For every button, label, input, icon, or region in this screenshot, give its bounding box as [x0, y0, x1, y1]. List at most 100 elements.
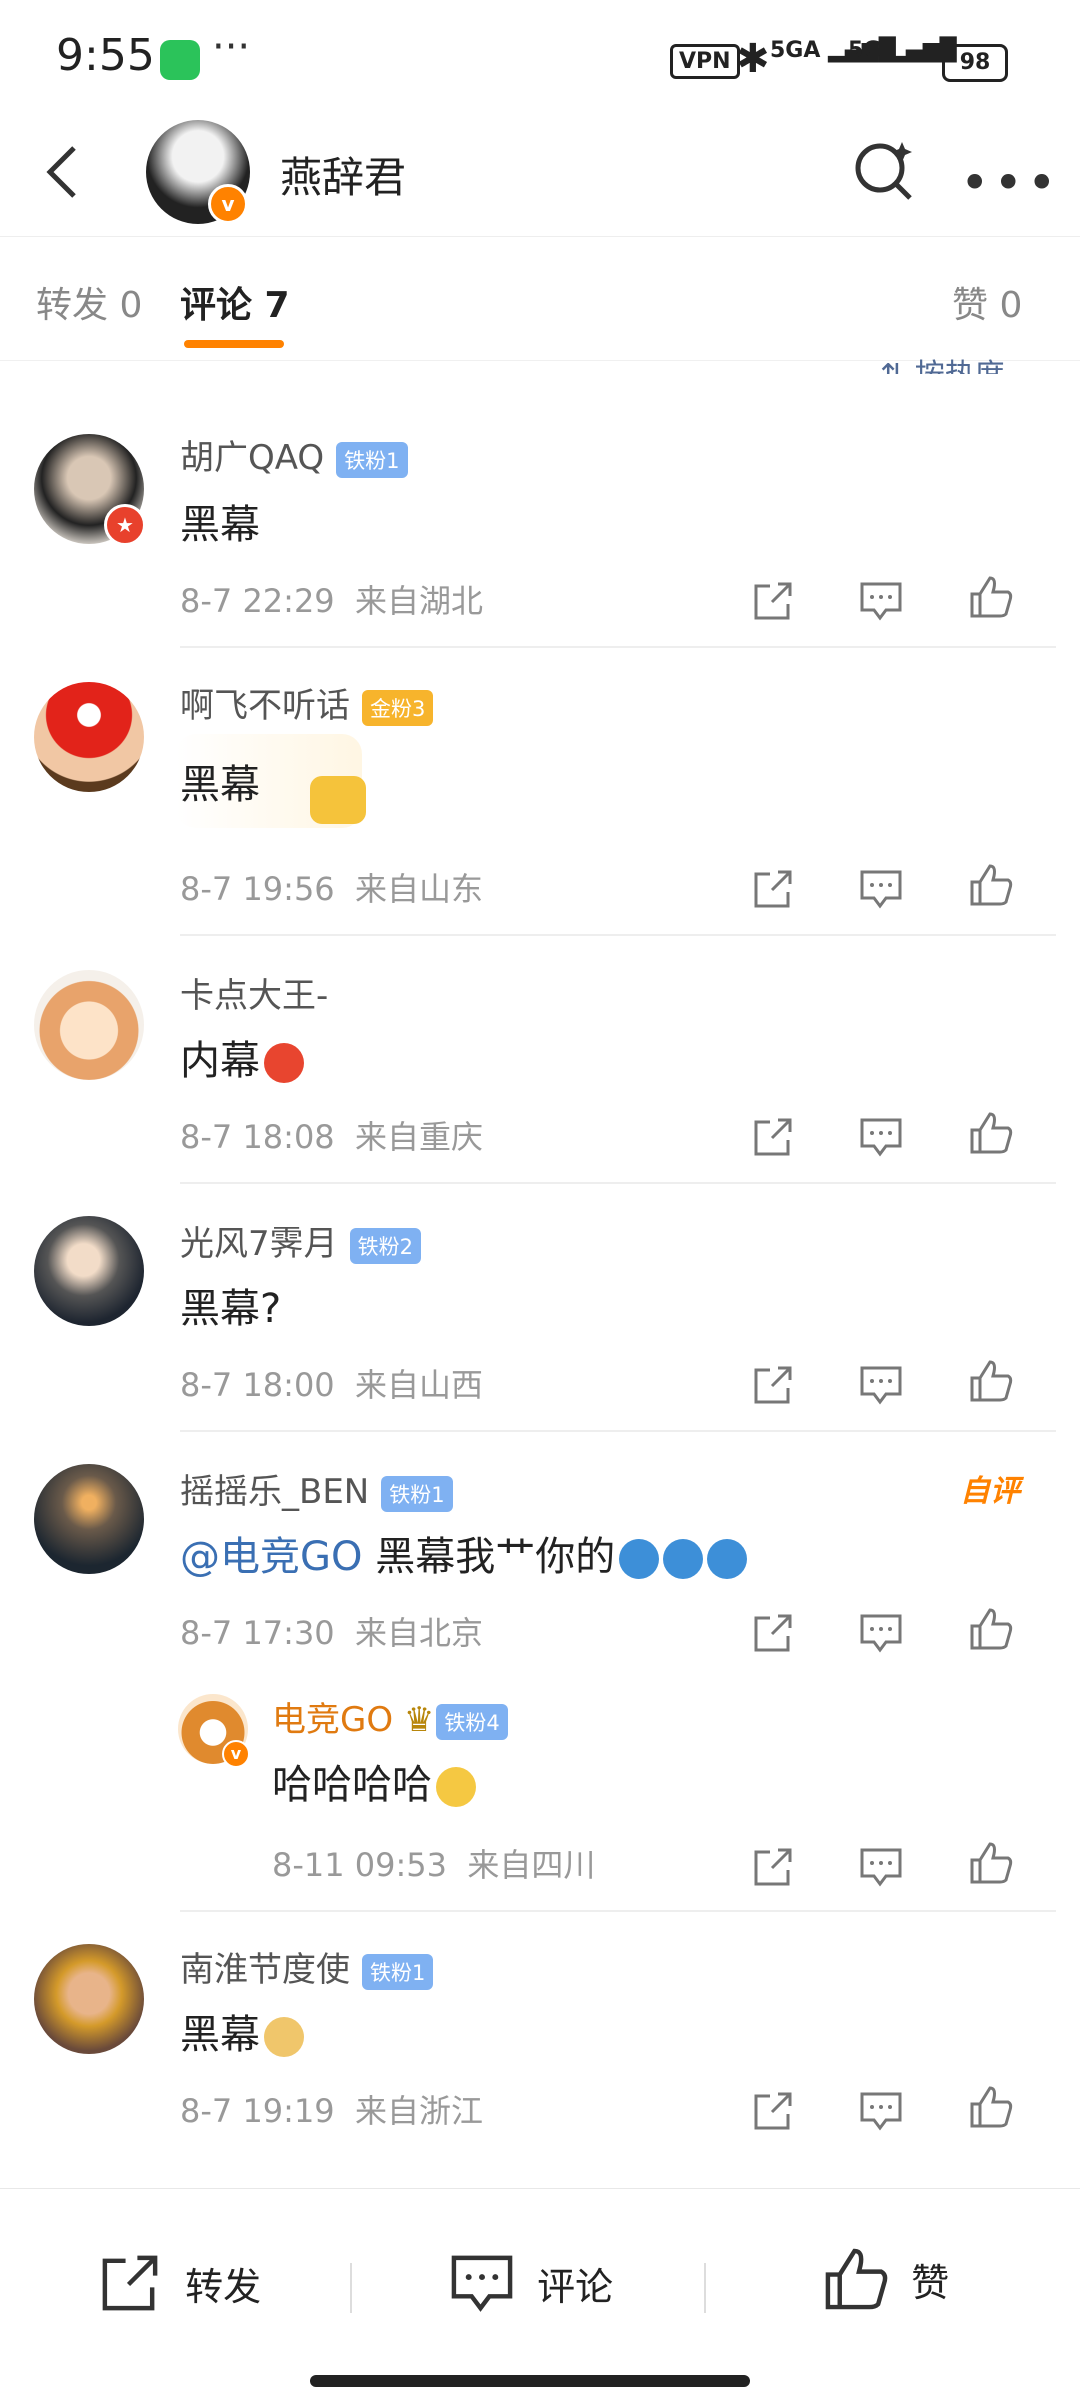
tab-comments[interactable]: 评论 7 [180, 276, 290, 328]
search-icon[interactable] [850, 136, 920, 206]
like-icon[interactable] [968, 1110, 1014, 1156]
divider [180, 1182, 1056, 1184]
share-icon[interactable] [750, 1362, 796, 1408]
comment-text: 黑幕 [180, 762, 260, 808]
comment-meta: 8-7 17:30 来自北京 [180, 1614, 484, 1652]
forward-button[interactable]: 转发 [96, 2249, 261, 2317]
divider [180, 646, 1056, 648]
self-comment-tag: 自评 [960, 1474, 1020, 1509]
like-icon[interactable] [968, 1606, 1014, 1652]
sort-toggle[interactable]: ⇅ 按热度 [880, 350, 1005, 374]
share-icon[interactable] [750, 866, 796, 912]
back-arrow-icon[interactable] [34, 140, 98, 204]
comment-icon[interactable] [858, 866, 904, 912]
comment-icon[interactable] [858, 1610, 904, 1656]
signal-5g-icon: 5G ▂▄▆█ [848, 38, 957, 63]
emoji-icon [619, 1539, 660, 1579]
more-icon[interactable]: ••• [960, 154, 1060, 212]
comment-meta: 8-7 19:19 来自浙江 [180, 2092, 484, 2130]
like-button[interactable]: 赞 [822, 2245, 949, 2313]
tab-forward[interactable]: 转发 0 [36, 276, 142, 328]
reply-meta: 8-11 09:53 来自四川 [272, 1846, 596, 1884]
comment-meta: 8-7 19:56 来自山东 [180, 870, 484, 908]
like-icon[interactable] [968, 2084, 1014, 2130]
home-indicator[interactable] [310, 2375, 750, 2387]
comment-icon[interactable] [858, 1362, 904, 1408]
separator [350, 2263, 352, 2313]
commenter-name[interactable]: 胡广QAQ 铁粉1 [180, 430, 408, 479]
tab-bar: 转发 0 评论 7 赞 0 [0, 236, 1080, 361]
wechat-icon [160, 40, 200, 80]
divider [180, 934, 1056, 936]
commenter-name[interactable]: 啊飞不听话 金粉3 [180, 678, 434, 727]
battery-icon: 98 [942, 44, 1008, 82]
commenter-name[interactable]: 卡点大王- [180, 968, 328, 1017]
like-icon[interactable] [968, 862, 1014, 908]
emoji-icon [663, 1539, 704, 1579]
comment-icon[interactable] [858, 578, 904, 624]
like-icon[interactable] [968, 1840, 1014, 1886]
status-more-icon: ··· [212, 24, 251, 70]
share-icon [102, 2255, 158, 2311]
share-icon[interactable] [750, 1610, 796, 1656]
reply-name[interactable]: 电竞GO ♛ 铁粉4 [272, 1692, 508, 1741]
commenter-avatar[interactable] [34, 970, 144, 1080]
comment-text: 内幕 [180, 1028, 304, 1086]
like-label: 赞 [911, 2260, 950, 2305]
fan-badge: 金粉3 [362, 689, 434, 726]
commenter-name[interactable]: 摇摇乐_BEN 铁粉1 [180, 1464, 453, 1513]
comment-text: @电竞GO 黑幕我艹你的 [180, 1524, 748, 1582]
comment-label: 评论 [537, 2264, 614, 2309]
commenter-name[interactable]: 南淮节度使 铁粉1 [180, 1942, 434, 1991]
tab-likes[interactable]: 赞 0 [952, 276, 1022, 328]
verified-badge-icon: v [208, 184, 248, 224]
gold-badge-icon [310, 776, 366, 824]
fan-badge: 铁粉1 [336, 441, 408, 478]
fan-badge: 铁粉4 [436, 1703, 508, 1740]
fan-badge: 铁粉2 [349, 1227, 422, 1264]
separator [704, 2263, 706, 2313]
divider [180, 1430, 1056, 1432]
share-icon[interactable] [750, 1114, 796, 1160]
share-icon[interactable] [750, 1844, 796, 1890]
vpn-icon: VPN [670, 44, 740, 79]
star-badge-icon: ★ [104, 504, 146, 546]
like-icon[interactable] [968, 574, 1014, 620]
comment-meta: 8-7 18:00 来自山西 [180, 1366, 484, 1404]
header: v 燕辞君 ••• [0, 120, 1080, 237]
fan-badge: 铁粉1 [381, 1475, 453, 1512]
author-name[interactable]: 燕辞君 [280, 144, 406, 205]
crown-icon: ♛ [403, 1700, 435, 1740]
divider [180, 1910, 1056, 1912]
comment-meta: 8-7 18:08 来自重庆 [180, 1118, 484, 1156]
share-icon[interactable] [750, 578, 796, 624]
share-icon[interactable] [750, 2088, 796, 2134]
status-time: 9:55 [56, 30, 155, 81]
comment-icon[interactable] [858, 1844, 904, 1890]
comment-text: 黑幕? [180, 1286, 282, 1332]
comment-icon[interactable] [858, 2088, 904, 2134]
verified-badge-icon: v [222, 1740, 250, 1768]
like-icon[interactable] [968, 1358, 1014, 1404]
doge-emoji-icon [264, 2017, 304, 2057]
commenter-name[interactable]: 光风7霁月 铁粉2 [180, 1216, 422, 1265]
comment-button[interactable]: 评论 [448, 2249, 613, 2317]
commenter-avatar[interactable] [34, 1464, 144, 1574]
forward-label: 转发 [185, 2264, 262, 2309]
comment-icon [451, 2255, 513, 2312]
commenter-avatar[interactable] [34, 1216, 144, 1326]
status-bar: 9:55 ··· VPN ✱ 5GA ▂▄▆█ 5G ▂▄▆█ 98 [0, 0, 1080, 120]
angry-emoji-icon [264, 1043, 304, 1083]
comment-text: 黑幕 [180, 502, 260, 548]
emoji-icon [707, 1539, 748, 1579]
commenter-avatar[interactable] [34, 682, 144, 792]
bluetooth-icon: ✱ [736, 36, 770, 82]
bottom-action-bar: 转发 评论 赞 [0, 2188, 1080, 2404]
fan-badge: 铁粉1 [362, 1953, 434, 1990]
comment-icon[interactable] [858, 1114, 904, 1160]
mention-link[interactable]: @电竞GO [180, 1534, 362, 1580]
commenter-avatar[interactable] [34, 1944, 144, 2054]
tab-underline [184, 340, 284, 348]
reply-text: 哈哈哈哈 [272, 1752, 476, 1810]
emoji-icon [436, 1767, 476, 1807]
